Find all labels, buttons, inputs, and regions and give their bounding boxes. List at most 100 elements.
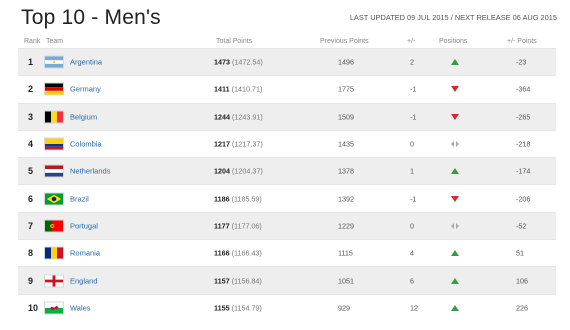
- arrow-down-icon: [450, 195, 460, 203]
- arrow-down-icon: [450, 113, 460, 121]
- total-points-exact: (1156.84): [231, 276, 262, 286]
- position-change-cell: 0: [410, 221, 414, 231]
- total-points-value: 1177: [214, 221, 230, 231]
- team-link[interactable]: England: [70, 276, 98, 285]
- table-row: 6 Brazil 1186 (1185.59) 1392 -1 -206: [18, 184, 556, 211]
- rank-cell: 9: [28, 275, 34, 286]
- previous-points-cell: 1435: [338, 139, 354, 149]
- previous-points-cell: 1392: [338, 194, 354, 204]
- points-change-cell: -364: [516, 84, 531, 94]
- position-change-cell: -1: [410, 194, 417, 204]
- rank-cell: 2: [28, 84, 34, 95]
- position-change-cell: 2: [410, 57, 414, 67]
- points-change-cell: -265: [516, 112, 531, 122]
- arrow-down-icon: [450, 85, 460, 93]
- position-change-cell: -1: [410, 84, 417, 94]
- column-header-rank[interactable]: Rank: [24, 38, 40, 45]
- column-header-plus-minus-points[interactable]: +/- Points: [507, 38, 537, 45]
- total-points-exact: (1217.37): [232, 139, 263, 149]
- total-points-value: 1473: [214, 57, 230, 67]
- team-link[interactable]: Romania: [70, 249, 100, 258]
- table-row: 5 Netherlands 1204 (1204.37) 1378 1 -174: [18, 157, 556, 185]
- table-row: 7 Portugal 1177 (1177.06) 1229 0 -52: [18, 211, 556, 240]
- previous-points-cell: 1509: [338, 112, 354, 122]
- table-row: 2 Germany 1411 (1410.71) 1775 -1 -364: [18, 75, 556, 102]
- total-points-value: 1155: [214, 303, 230, 313]
- rank-cell: 10: [28, 302, 39, 313]
- table-row: 9 England 1157 (1156.84) 1051 6 106: [18, 266, 556, 294]
- rank-cell: 6: [28, 193, 34, 204]
- total-points-value: 1411: [214, 84, 230, 94]
- total-points-exact: (1166.43): [231, 248, 262, 258]
- table-row: 1 Argentina 1473 (1472.54) 1496 2 -23: [18, 48, 556, 76]
- wales-flag: [44, 301, 64, 315]
- total-points-cell: 1204 (1204.37): [214, 167, 263, 176]
- position-change-cell: 0: [410, 139, 414, 149]
- previous-points-cell: 1378: [338, 166, 354, 176]
- team-link[interactable]: Argentina: [70, 58, 102, 67]
- previous-points-cell: 1229: [338, 221, 354, 231]
- previous-points-cell: 1775: [338, 84, 354, 94]
- table-row: 10 Wales 1155 (1154.79) 929 12 226: [18, 293, 556, 321]
- england-flag: [44, 274, 64, 288]
- team-link[interactable]: Brazil: [70, 194, 89, 203]
- table-row: 8 Romania 1166 (1166.43) 1115 4 51: [18, 239, 556, 266]
- total-points-value: 1186: [214, 194, 230, 204]
- position-change-cell: 12: [410, 303, 418, 313]
- total-points-cell: 1155 (1154.79): [214, 303, 262, 312]
- total-points-cell: 1166 (1166.43): [214, 249, 262, 258]
- total-points-exact: (1410.71): [231, 84, 263, 94]
- team-link[interactable]: Portugal: [70, 221, 98, 230]
- total-points-cell: 1186 (1185.59): [214, 194, 262, 203]
- total-points-exact: (1177.06): [231, 221, 262, 231]
- belgium-flag: [44, 110, 64, 124]
- points-change-cell: 226: [516, 303, 528, 313]
- total-points-value: 1217: [214, 139, 230, 149]
- position-change-cell: -1: [410, 112, 417, 122]
- previous-points-cell: 929: [338, 303, 350, 313]
- rank-cell: 1: [28, 57, 34, 68]
- portugal-flag: [44, 219, 64, 233]
- points-change-cell: -23: [516, 57, 527, 67]
- argentina-flag: [44, 55, 64, 69]
- total-points-value: 1204: [214, 166, 230, 176]
- points-change-cell: -206: [516, 194, 531, 204]
- total-points-cell: 1473 (1472.54): [214, 58, 263, 67]
- previous-points-cell: 1496: [338, 57, 354, 67]
- rank-cell: 4: [28, 139, 34, 150]
- team-link[interactable]: Germany: [70, 85, 101, 94]
- total-points-value: 1166: [214, 248, 230, 258]
- column-header-positions[interactable]: Positions: [439, 38, 467, 45]
- rank-cell: 7: [28, 220, 34, 231]
- column-header-previous-points[interactable]: Previous Points: [320, 38, 369, 45]
- column-header-team[interactable]: Team: [46, 38, 63, 45]
- column-header-total-points[interactable]: Total Points: [216, 38, 252, 45]
- column-header-plus-minus[interactable]: +/-: [407, 38, 415, 45]
- arrow-up-icon: [450, 277, 460, 285]
- rank-cell: 8: [28, 248, 34, 259]
- total-points-cell: 1244 (1243.91): [214, 112, 263, 121]
- no-change-icon: [450, 222, 460, 230]
- ranking-table: 1 Argentina 1473 (1472.54) 1496 2 -23 2 Germany…: [18, 48, 556, 321]
- page-title: Top 10 - Men's: [21, 6, 161, 29]
- points-change-cell: 106: [516, 276, 528, 286]
- arrow-up-icon: [450, 58, 460, 66]
- team-link[interactable]: Netherlands: [70, 167, 110, 176]
- position-change-cell: 1: [410, 166, 414, 176]
- total-points-exact: (1185.59): [231, 194, 262, 204]
- team-link[interactable]: Wales: [70, 303, 91, 312]
- table-row: 4 Colombia 1217 (1217.37) 1435 0 -218: [18, 129, 556, 157]
- table-row: 3 Belgium 1244 (1243.91) 1509 -1 -265: [18, 102, 556, 130]
- total-points-cell: 1411 (1410.71): [214, 85, 262, 94]
- germany-flag: [44, 82, 64, 96]
- total-points-exact: (1243.91): [232, 112, 263, 122]
- rank-cell: 5: [28, 166, 34, 177]
- team-link[interactable]: Belgium: [70, 112, 97, 121]
- points-change-cell: 51: [516, 248, 524, 258]
- arrow-up-icon: [450, 167, 460, 175]
- total-points-value: 1157: [214, 276, 230, 286]
- brazil-flag: [44, 192, 64, 206]
- points-change-cell: -52: [516, 221, 527, 231]
- team-link[interactable]: Colombia: [70, 140, 102, 149]
- total-points-exact: (1204.37): [232, 166, 263, 176]
